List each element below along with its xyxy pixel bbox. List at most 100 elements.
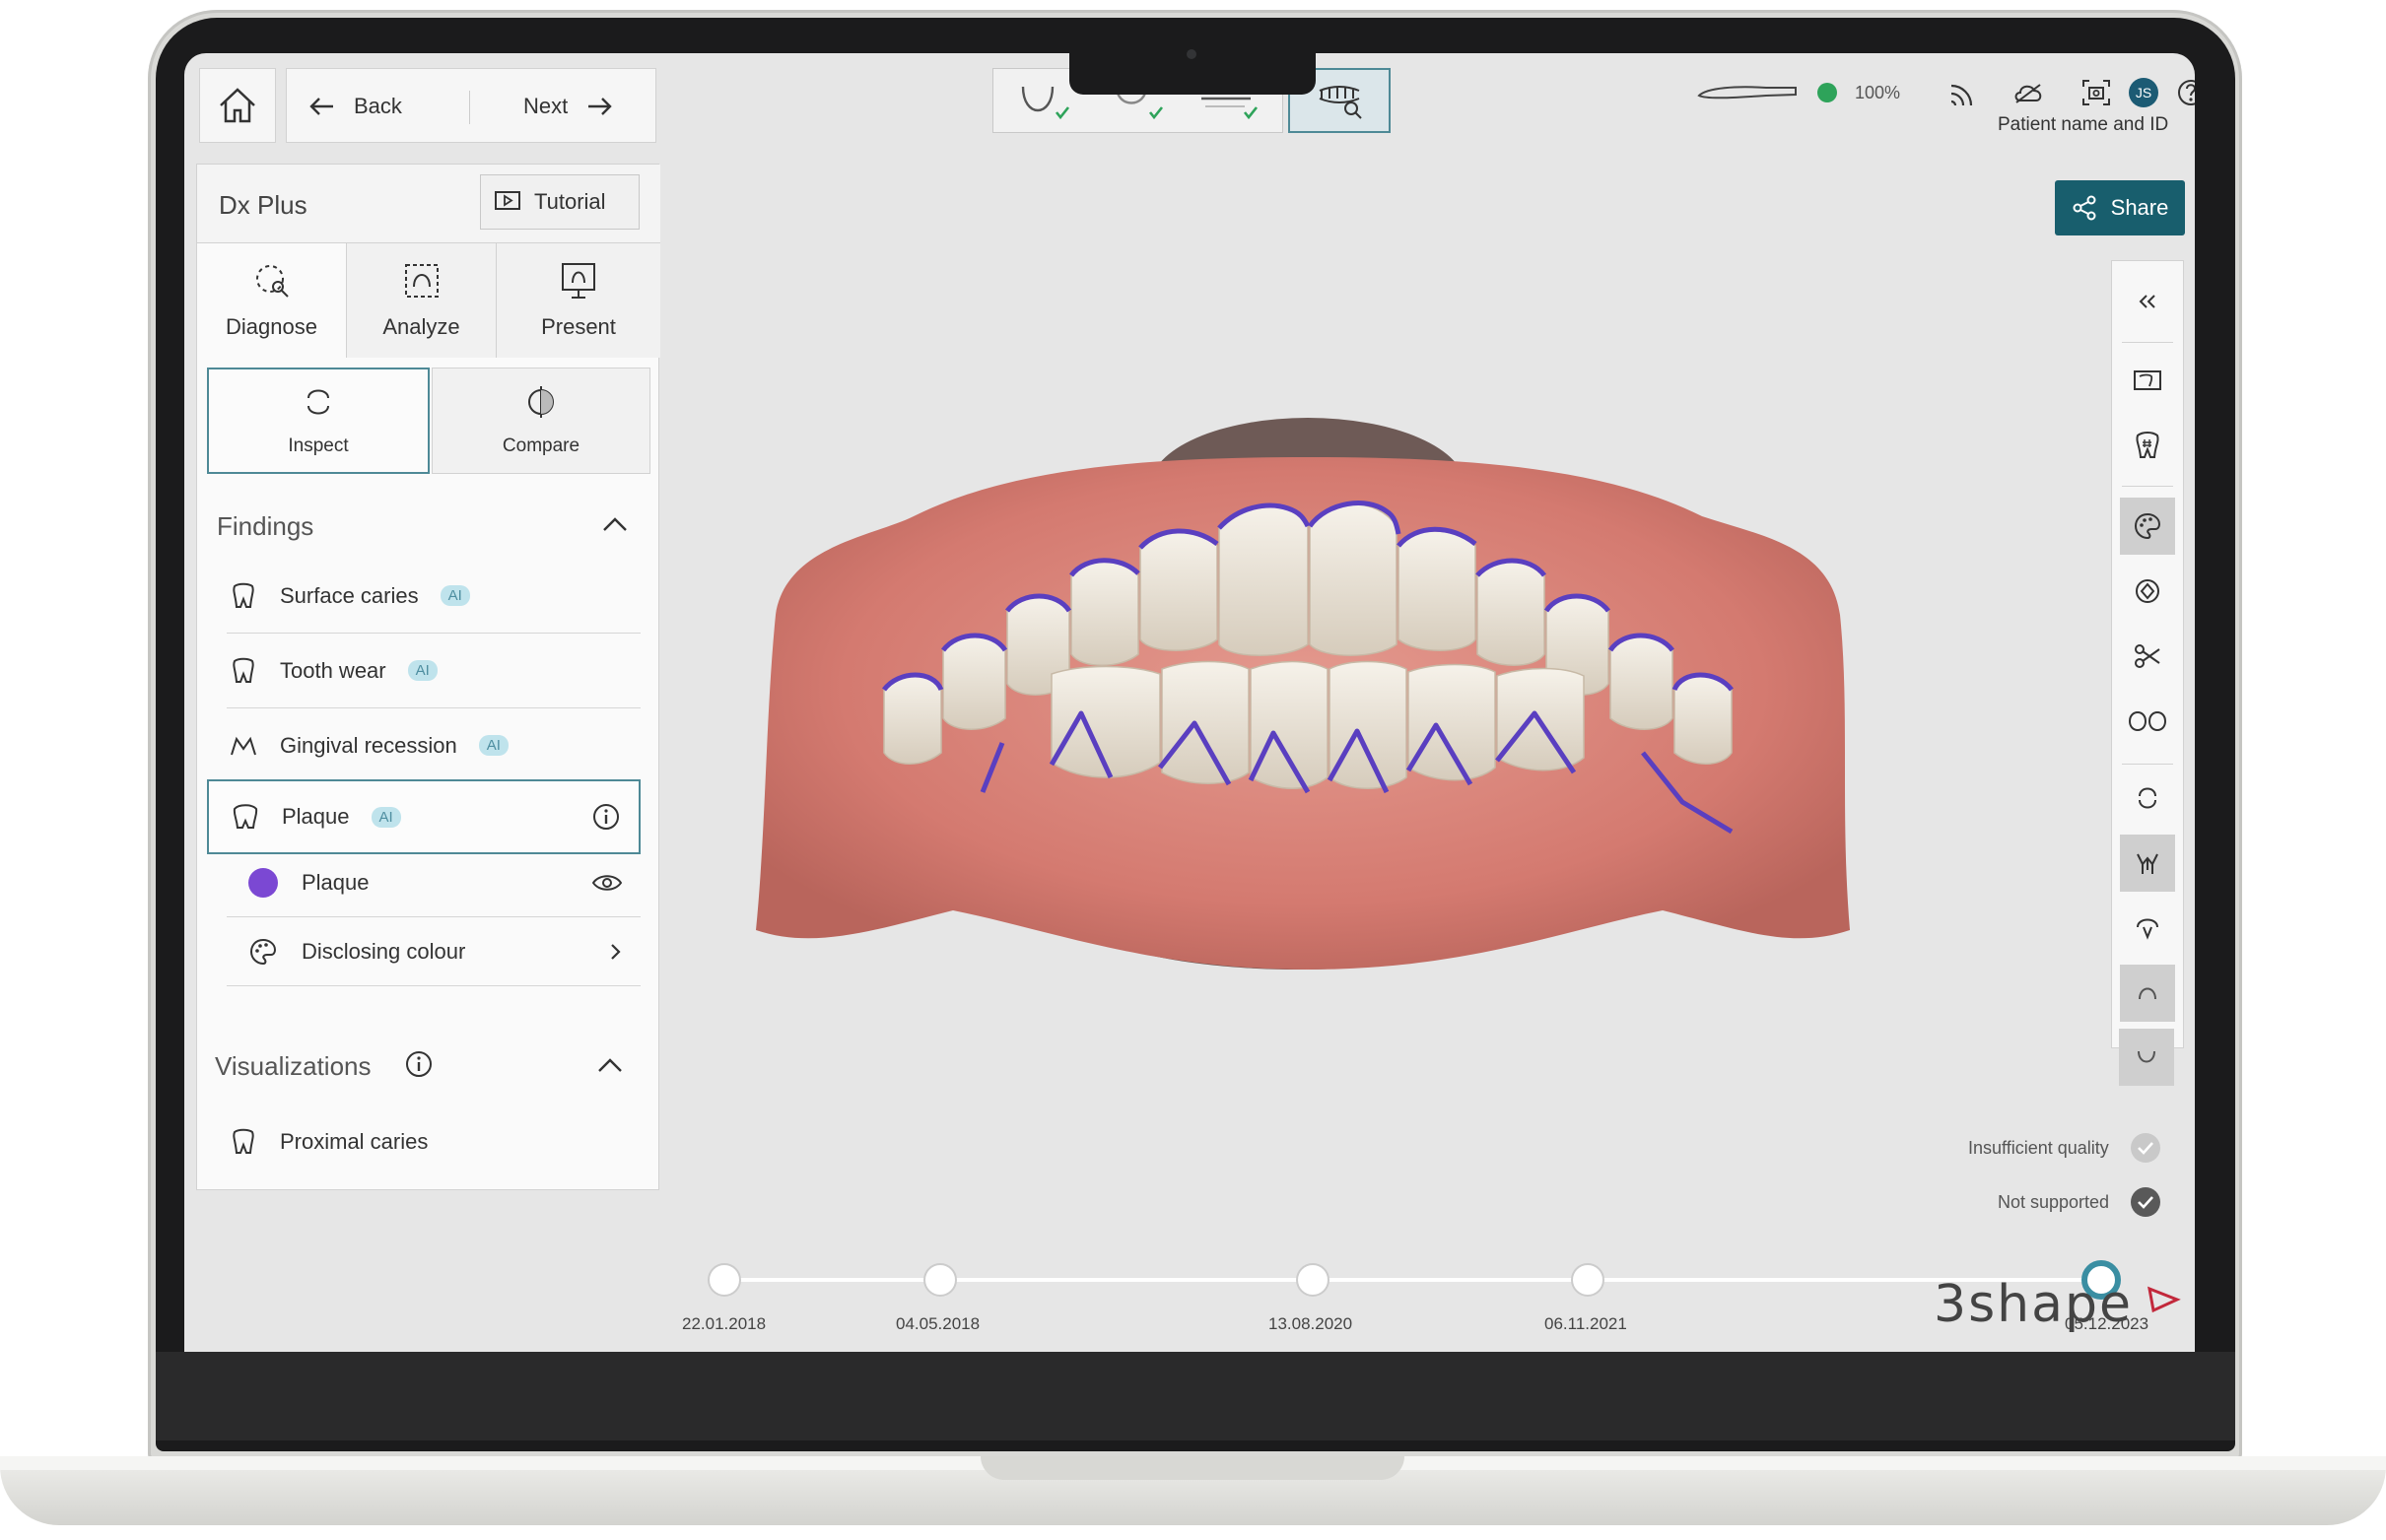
visualizations-title: Visualizations (215, 1051, 372, 1081)
plaque-layer-row[interactable]: Plaque (227, 848, 641, 917)
disclosing-colour-label: Disclosing colour (302, 938, 466, 964)
tooth-icon (233, 1128, 254, 1154)
front-teeth-icon (2137, 853, 2158, 874)
timeline-date: 22.01.2018 (682, 1314, 767, 1333)
finding-plaque[interactable]: Plaque AI (207, 779, 641, 854)
molar-icon (233, 804, 258, 829)
battery-level: 100% (1855, 82, 1901, 102)
tab-present-label: Present (541, 314, 616, 339)
inspect-icon (307, 389, 329, 415)
mode-tabs: Diagnose Analyze Present (197, 243, 660, 358)
tab-diagnose[interactable]: Diagnose (197, 243, 347, 358)
tool-tooth-numbering[interactable] (2120, 417, 2175, 474)
findings-collapse-button[interactable] (601, 515, 629, 533)
tutorial-button[interactable]: Tutorial (480, 174, 640, 230)
double-chevron-left-icon (2139, 295, 2155, 308)
legend-not-supported: Not supported (1998, 1187, 2161, 1217)
home-icon (220, 88, 255, 123)
dental-3d-model[interactable] (756, 418, 1860, 979)
chevron-right-icon (611, 943, 621, 960)
info-icon (406, 1051, 432, 1077)
finding-label: Tooth wear (280, 657, 386, 683)
cloud-icon[interactable] (2012, 81, 2044, 104)
arrow-right-icon (588, 98, 612, 115)
panel-header: Dx Plus Tutorial (197, 165, 660, 243)
tool-front-view[interactable] (2120, 835, 2175, 892)
rotate-tooth-icon (2137, 918, 2158, 940)
light-check-icon (2130, 1133, 2160, 1163)
tool-color-palette[interactable] (2120, 498, 2175, 555)
findings-title: Findings (217, 511, 314, 541)
tab-analyze-label: Analyze (382, 314, 460, 339)
tool-image-tooth[interactable] (2120, 352, 2175, 409)
teeth-search-icon (1319, 86, 1362, 119)
wifi-icon[interactable] (1947, 80, 1975, 105)
finding-gingival-recession[interactable]: Gingival recession AI (227, 708, 641, 783)
timeline-date: 06.11.2021 (1544, 1314, 1627, 1333)
legend-insufficient-quality: Insufficient quality (1968, 1133, 2160, 1163)
arrow-left-icon (309, 98, 333, 115)
ai-badge: AI (440, 585, 470, 606)
next-label: Next (523, 94, 569, 118)
visualizations-collapse-button[interactable] (596, 1056, 624, 1074)
tool-trim[interactable] (2120, 628, 2175, 685)
tool-rotate-view[interactable] (2120, 900, 2175, 957)
gum-icon (231, 736, 256, 755)
timeline-point[interactable] (708, 1263, 741, 1297)
timeline-point[interactable] (1571, 1263, 1604, 1297)
palette-icon (2134, 512, 2161, 540)
nav-divider (469, 91, 470, 124)
help-icon[interactable] (2176, 78, 2195, 107)
timeline-date-active: 05.12.2023 (2065, 1314, 2149, 1333)
subtab-inspect[interactable]: Inspect (207, 368, 430, 474)
back-label: Back (354, 94, 402, 118)
analyze-icon (404, 264, 439, 298)
tooth-hash-icon (2136, 432, 2159, 458)
finding-tooth-wear[interactable]: Tooth wear AI (227, 634, 641, 708)
next-button[interactable]: Next (523, 69, 613, 144)
patient-name[interactable]: Patient name and ID (1998, 114, 2168, 136)
timeline-point[interactable] (1296, 1263, 1329, 1297)
scissors-icon (2135, 644, 2160, 668)
ai-badge: AI (371, 806, 401, 828)
tool-hide-toggle[interactable] (2120, 563, 2175, 620)
plaque-color-swatch (248, 867, 278, 898)
disclosing-colour-row[interactable]: Disclosing colour (227, 917, 641, 986)
tab-diagnose-label: Diagnose (226, 314, 317, 339)
finding-surface-caries[interactable]: Surface caries AI (227, 559, 641, 634)
app-screen: Back Next Dx Plus Tutorial Diagnose Anal… (184, 53, 2195, 1352)
legend-insufficient-label: Insufficient quality (1968, 1137, 2109, 1158)
share-button[interactable]: Share (2055, 180, 2185, 235)
collapse-toolbar-button[interactable] (2120, 273, 2175, 330)
toolbar-divider (2122, 486, 2173, 487)
circle-diamond-icon (2136, 579, 2159, 603)
tool-both-jaws[interactable] (2120, 693, 2175, 750)
timeline-point[interactable] (923, 1263, 957, 1297)
tool-upper-jaw[interactable] (2120, 965, 2175, 1022)
back-button[interactable]: Back (308, 69, 402, 144)
screenshot-icon[interactable] (2081, 79, 2111, 106)
visualizations-info-button[interactable] (404, 1049, 434, 1079)
eye-icon[interactable] (591, 872, 623, 894)
laptop-thumb-notch (981, 1456, 1404, 1480)
upper-jaw-icon (2139, 987, 2156, 1000)
visualization-proximal-caries[interactable]: Proximal caries (227, 1105, 641, 1179)
both-jaws-icon (2128, 711, 2167, 731)
user-initials: JS (2135, 85, 2152, 100)
toolbar-divider (2122, 342, 2173, 343)
user-avatar[interactable]: JS (2129, 78, 2159, 107)
laptop-chin (156, 1352, 2235, 1440)
tab-analyze[interactable]: Analyze (347, 243, 497, 358)
tool-occlusal-view[interactable] (2120, 770, 2175, 827)
scanner-status-dot (1817, 83, 1837, 102)
tooth-icon (233, 657, 254, 683)
tool-lower-jaw[interactable] (2119, 1029, 2174, 1086)
present-icon (562, 263, 595, 299)
info-icon[interactable] (591, 802, 621, 832)
share-label: Share (2110, 195, 2169, 220)
tab-present[interactable]: Present (497, 243, 660, 358)
home-button[interactable] (199, 68, 276, 143)
image-tooth-icon (2134, 370, 2161, 390)
subtab-compare[interactable]: Compare (432, 368, 650, 474)
share-icon (2073, 195, 2096, 221)
